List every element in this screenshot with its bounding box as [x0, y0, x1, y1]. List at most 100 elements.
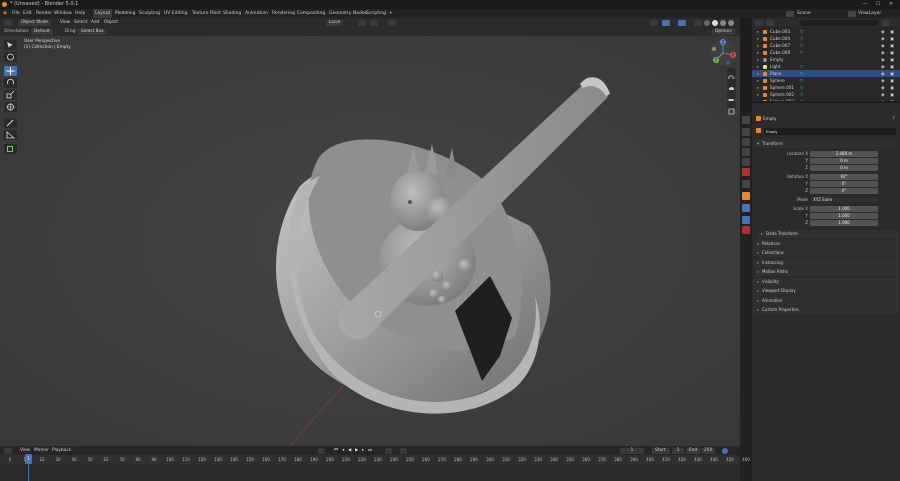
workspace-tab-layout[interactable]: Layout: [93, 9, 113, 18]
expand-arrow-icon[interactable]: ▸: [757, 42, 759, 49]
expand-arrow-icon[interactable]: ▸: [757, 70, 759, 77]
expand-arrow-icon[interactable]: ▸: [757, 56, 759, 63]
editor-type-icon[interactable]: [4, 19, 12, 26]
view-layer-tab-icon[interactable]: [742, 148, 750, 156]
outliner-row[interactable]: ▸ Sphere.003 ▽ ◉ ▣: [752, 98, 900, 101]
visibility-eye-icon[interactable]: ◉: [881, 56, 885, 63]
menu-file[interactable]: File: [12, 9, 20, 18]
expand-arrow-icon[interactable]: ▸: [757, 63, 759, 70]
panel-custom-properties[interactable]: ▸ Custom Properties: [754, 306, 898, 314]
location-x-field[interactable]: 2.488 m: [810, 151, 878, 157]
jump-end-icon[interactable]: ⏭: [368, 446, 372, 455]
camera-view-icon[interactable]: [727, 90, 736, 103]
outliner-row[interactable]: ▸ Sphere ▽ ◉ ▣: [752, 77, 900, 84]
render-camera-icon[interactable]: ▣: [890, 98, 894, 101]
annotate-tool[interactable]: [4, 118, 17, 128]
cursor-tool[interactable]: [4, 52, 17, 62]
expand-arrow-icon[interactable]: ▸: [757, 49, 759, 56]
visibility-eye-icon[interactable]: ◉: [881, 35, 885, 42]
3d-viewport[interactable]: [0, 36, 740, 446]
pin-icon[interactable]: ⚲: [892, 115, 895, 120]
snap-icon[interactable]: [370, 19, 378, 26]
panel-viewport-display[interactable]: ▸ Viewport Display: [754, 287, 898, 295]
move-tool[interactable]: [4, 66, 17, 76]
pivot-icon[interactable]: [358, 19, 366, 26]
auto-key-icon[interactable]: [385, 447, 392, 454]
workspace-tab-rendering[interactable]: Rendering: [272, 9, 295, 18]
render-tab-icon[interactable]: [742, 128, 750, 136]
prev-keyframe-icon[interactable]: ◂: [342, 446, 344, 455]
rotate-tool[interactable]: [4, 78, 17, 88]
menu-help[interactable]: Help: [75, 9, 85, 18]
timeline-menu-playback[interactable]: Playback: [52, 446, 71, 455]
workspace-tab-shading[interactable]: Shading: [223, 9, 241, 18]
workspace-tab-animation[interactable]: Animation: [245, 9, 268, 18]
panel-instancing[interactable]: ▸ Instancing: [754, 259, 898, 267]
visibility-eye-icon[interactable]: ◉: [881, 28, 885, 35]
expand-arrow-icon[interactable]: ▸: [757, 84, 759, 91]
measure-tool[interactable]: [4, 130, 17, 140]
rotation-z-field[interactable]: 0°: [810, 188, 878, 194]
panel-relations[interactable]: ▸ Relations: [754, 240, 898, 248]
rotation-mode-dropdown[interactable]: XYZ Euler: [810, 197, 878, 203]
workspace-tab-texture-paint[interactable]: Texture Paint: [192, 9, 221, 18]
transform-orientation-dropdown[interactable]: Local: [326, 19, 344, 26]
render-camera-icon[interactable]: ▣: [890, 56, 894, 63]
rotation-x-field[interactable]: 92°: [810, 174, 878, 180]
viewport-menu-add[interactable]: Add: [91, 18, 99, 27]
workspace-tab-scripting[interactable]: Scripting: [366, 9, 386, 18]
overlay-toggle-icon[interactable]: [678, 19, 686, 26]
viewport-menu-view[interactable]: View: [60, 18, 70, 27]
record-icon[interactable]: [318, 447, 325, 454]
render-camera-icon[interactable]: ▣: [890, 91, 894, 98]
zoom-icon[interactable]: [727, 68, 736, 83]
add-cube-tool[interactable]: [4, 144, 17, 154]
visibility-eye-icon[interactable]: ◉: [881, 63, 885, 70]
tool-tab-icon[interactable]: [742, 116, 750, 124]
render-camera-icon[interactable]: ▣: [890, 35, 894, 42]
start-frame-field[interactable]: 1: [672, 447, 684, 454]
workspace-tab-geometry-nodes[interactable]: Geometry Nodes: [329, 9, 367, 18]
current-frame-field[interactable]: 1: [620, 447, 644, 454]
panel-delta-transform[interactable]: ▸ Delta Transform: [758, 230, 898, 238]
timeline-options-icon[interactable]: [722, 447, 728, 454]
visibility-eye-icon[interactable]: ◉: [881, 98, 885, 101]
wireframe-shading-icon[interactable]: [704, 19, 710, 26]
render-camera-icon[interactable]: ▣: [890, 28, 894, 35]
timeline-menu-marker[interactable]: Marker: [34, 446, 49, 455]
expand-arrow-icon[interactable]: ▸: [757, 98, 759, 101]
perspective-toggle-icon[interactable]: [727, 101, 736, 115]
visibility-eye-icon[interactable]: ◉: [881, 91, 885, 98]
outliner-row[interactable]: ▸ Cube.003 ▽ ◉ ▣: [752, 28, 900, 35]
orientation-dropdown[interactable]: Default: [31, 28, 53, 35]
location-y-field[interactable]: 0 m: [810, 158, 878, 164]
outliner-row[interactable]: ▸ Cube.007 ▽ ◉ ▣: [752, 42, 900, 49]
visibility-eye-icon[interactable]: ◉: [881, 49, 885, 56]
scale-x-field[interactable]: 1.000: [810, 206, 878, 212]
workspace-tab-sculpting[interactable]: Sculpting: [139, 9, 160, 18]
rendered-shading-icon[interactable]: [728, 19, 734, 26]
scene-selector[interactable]: Scene: [797, 9, 811, 18]
next-keyframe-icon[interactable]: ▸: [362, 446, 364, 455]
blender-menu-icon[interactable]: ◉: [3, 9, 7, 18]
visibility-eye-icon[interactable]: ◉: [881, 77, 885, 84]
proportional-edit-icon[interactable]: [388, 19, 396, 26]
view-layer-selector[interactable]: ViewLayer: [858, 9, 881, 18]
object-name-field[interactable]: [764, 128, 896, 135]
rotation-y-field[interactable]: 0°: [810, 181, 878, 187]
outliner-search-input[interactable]: [800, 19, 878, 26]
panel-collections[interactable]: ▸ Collections: [754, 249, 898, 257]
outliner-row[interactable]: ▸ Cube.004 ▽ ◉ ▣: [752, 35, 900, 42]
scale-tool[interactable]: [4, 90, 17, 100]
transform-panel-header[interactable]: ▾ Transform: [754, 139, 898, 148]
panel-visibility[interactable]: ▸ Visibility: [754, 278, 898, 286]
visibility-eye-icon[interactable]: ◉: [881, 84, 885, 91]
world-tab-icon[interactable]: [742, 168, 750, 176]
render-camera-icon[interactable]: ▣: [890, 49, 894, 56]
constraints-tab-icon[interactable]: [742, 216, 750, 224]
add-workspace-button[interactable]: +: [389, 9, 393, 18]
render-camera-icon[interactable]: ▣: [890, 42, 894, 49]
outliner-row[interactable]: ▸ Plane ▽ ◉ ▣: [752, 70, 900, 77]
end-frame-field[interactable]: 250: [701, 447, 715, 454]
output-tab-icon[interactable]: [742, 138, 750, 146]
